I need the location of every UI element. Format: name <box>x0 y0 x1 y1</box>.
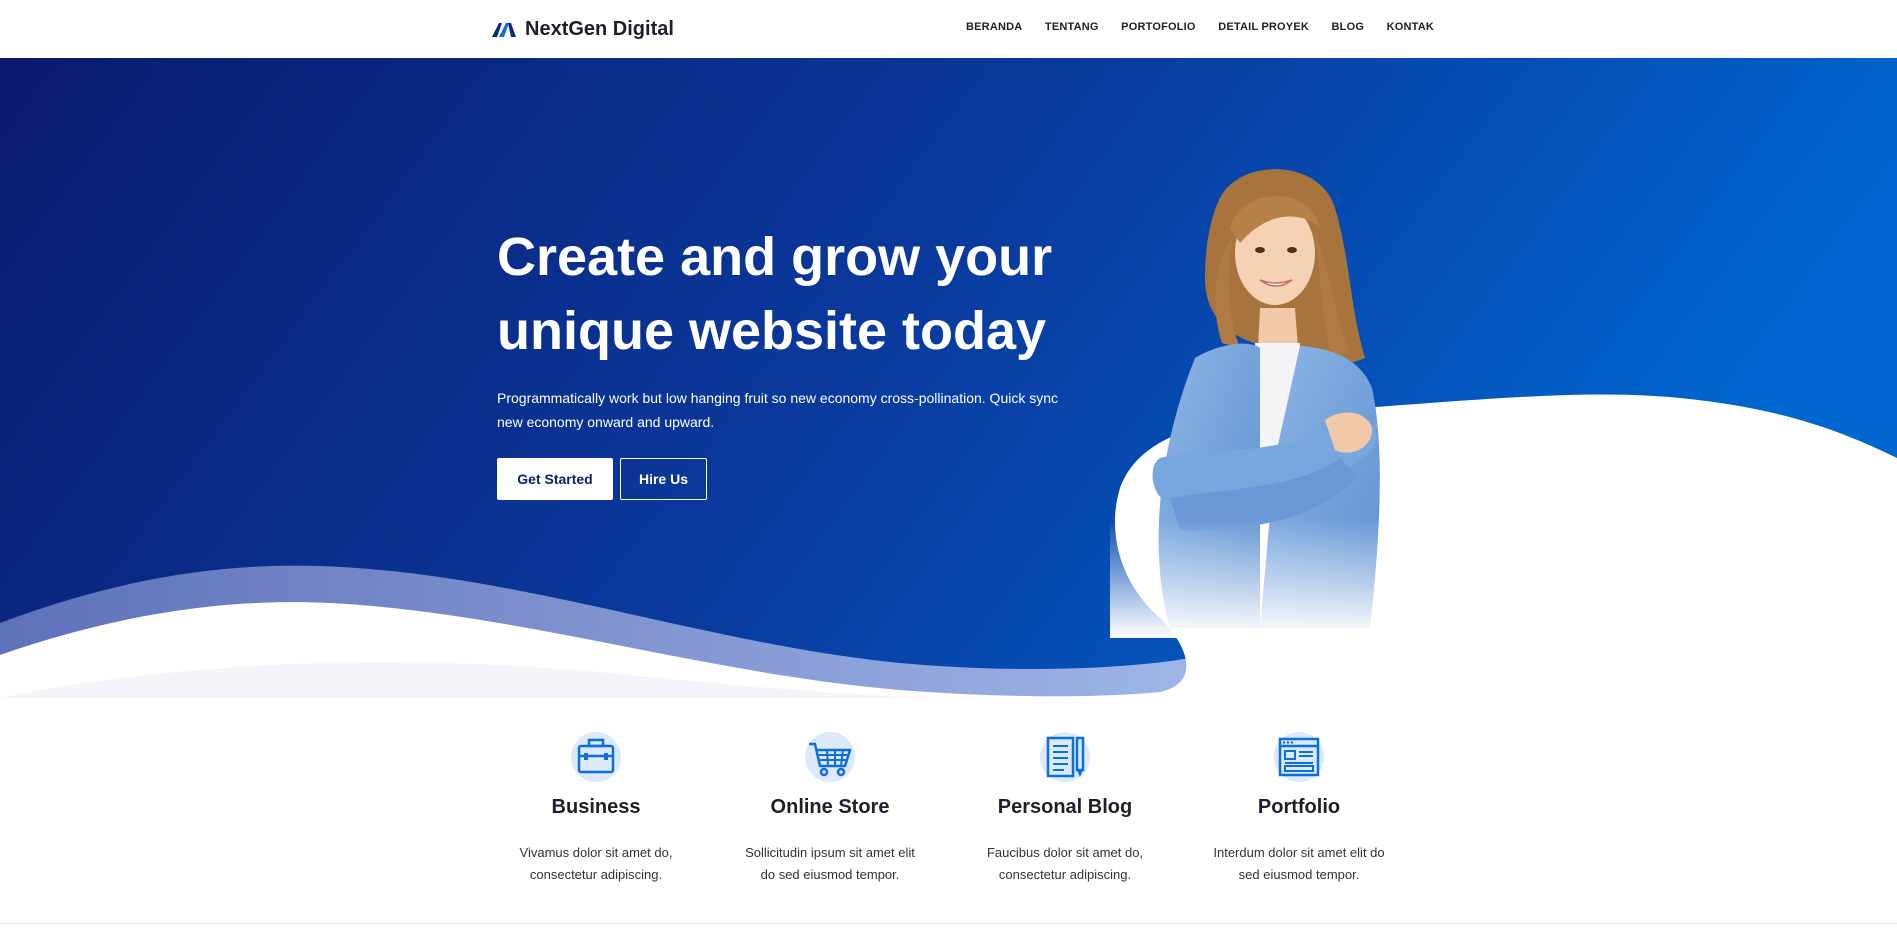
features-section: Business Vivamus dolor sit amet do, cons… <box>0 698 1897 929</box>
feature-description: Faucibus dolor sit amet do, consectetur … <box>986 845 1144 882</box>
feature-business: Business Vivamus dolor sit amet do, cons… <box>496 730 696 886</box>
hero-title: Create and grow your unique website toda… <box>497 227 1053 361</box>
nav-item-beranda[interactable]: BERANDA <box>966 20 1022 34</box>
feature-title: Personal Blog <box>997 796 1133 818</box>
feature-online-store: Online Store Sollicitudin ipsum sit amet… <box>730 730 930 886</box>
feature-title: Portfolio <box>1257 796 1341 818</box>
feature-title: Business <box>551 796 641 818</box>
nav-item-portofolio[interactable]: PORTOFOLIO <box>1121 20 1196 34</box>
feature-portfolio: Portfolio Interdum dolor sit amet elit d… <box>1199 730 1399 886</box>
hero-subtitle: Programmatically work but low hanging fr… <box>497 390 1059 430</box>
browser-window-icon <box>1274 732 1324 782</box>
nav-item-tentang[interactable]: TENTANG <box>1045 20 1099 34</box>
brand-name[interactable]: NextGen Digital <box>525 18 674 41</box>
nav-item-kontak[interactable]: KONTAK <box>1387 20 1434 34</box>
feature-description: Vivamus dolor sit amet do, consectetur a… <box>519 845 673 882</box>
feature-description: Interdum dolor sit amet elit do sed eius… <box>1213 845 1385 882</box>
hero-background <box>0 58 1897 698</box>
main-nav: BERANDA TENTANG PORTOFOLIO DETAIL PROYEK… <box>966 20 1434 34</box>
feature-title: Online Store <box>770 796 890 818</box>
brand-logo-icon <box>492 23 516 37</box>
shopping-cart-icon <box>805 732 855 782</box>
site-header: NextGen Digital BERANDA TENTANG PORTOFOL… <box>0 0 1897 58</box>
page-divider <box>0 923 1897 924</box>
hire-us-button[interactable]: Hire Us <box>620 458 707 500</box>
document-pen-icon <box>1040 732 1090 782</box>
get-started-button[interactable]: Get Started <box>497 458 613 500</box>
hero-section: Create and grow your unique website toda… <box>0 58 1897 698</box>
nav-item-blog[interactable]: BLOG <box>1332 20 1365 34</box>
woman-portrait-image <box>1110 158 1400 638</box>
briefcase-icon <box>571 732 621 782</box>
feature-personal-blog: Personal Blog Faucibus dolor sit amet do… <box>965 730 1165 886</box>
feature-description: Sollicitudin ipsum sit amet elit do sed … <box>745 845 915 882</box>
nav-item-detail-proyek[interactable]: DETAIL PROYEK <box>1218 20 1309 34</box>
brand-link[interactable]: NextGen Digital <box>492 14 674 44</box>
